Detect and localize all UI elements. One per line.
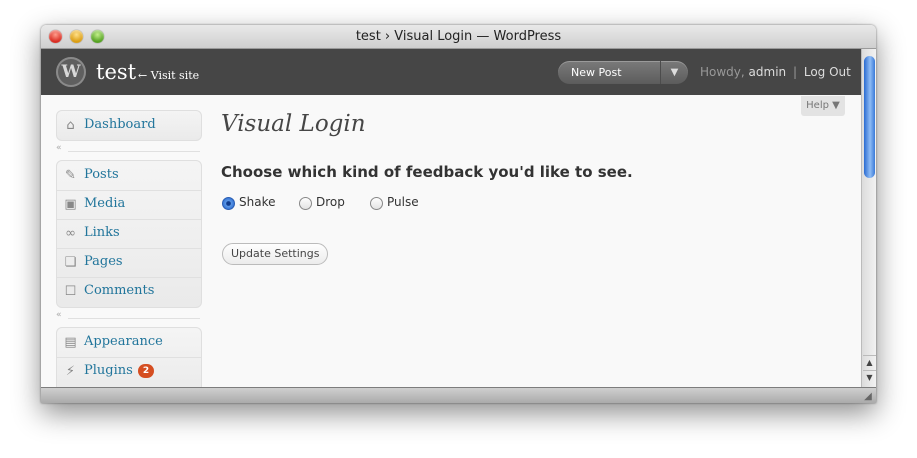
site-name-link[interactable]: test xyxy=(96,60,136,84)
admin-header: W test ← Visit site New Post ▼ Howdy, ad… xyxy=(41,49,861,95)
separator-line xyxy=(68,151,200,152)
menu-group-content: ✎ Posts ▣ Media ∞ Links ❏ Pages ☐ Commen… xyxy=(56,160,202,308)
option-label[interactable]: Pulse xyxy=(387,195,419,209)
menu-separator[interactable]: « xyxy=(56,143,200,155)
dropdown-arrow-icon[interactable]: ▼ xyxy=(660,61,688,84)
favorite-actions-dropdown[interactable]: New Post ▼ xyxy=(558,61,688,84)
sidebar-item-label[interactable]: Links xyxy=(84,225,120,240)
separator: | xyxy=(792,65,798,79)
collapse-chevron-icon[interactable]: « xyxy=(56,310,62,320)
plugins-label[interactable]: Plugins xyxy=(84,363,133,378)
comment-icon: ☐ xyxy=(64,284,77,299)
scroll-up-arrow-icon[interactable]: ▲ xyxy=(863,355,876,370)
separator-line xyxy=(68,318,200,319)
title-bar: test › Visual Login — WordPress xyxy=(41,25,876,49)
wordpress-logo-icon: W xyxy=(56,57,86,87)
user-info: Howdy, admin | Log Out xyxy=(700,65,851,79)
appearance-icon: ▤ xyxy=(64,335,77,350)
new-post-button[interactable]: New Post xyxy=(571,66,622,79)
sidebar-item-links[interactable]: ∞ Links xyxy=(57,219,201,249)
sidebar-item-posts[interactable]: ✎ Posts xyxy=(57,161,201,191)
option-label[interactable]: Shake xyxy=(239,195,275,209)
username-link[interactable]: admin xyxy=(749,65,787,79)
option-label[interactable]: Drop xyxy=(316,195,345,209)
pin-icon: ✎ xyxy=(65,168,76,183)
update-settings-button[interactable]: Update Settings xyxy=(222,243,329,265)
window-title: test › Visual Login — WordPress xyxy=(355,29,562,44)
house-icon: ⌂ xyxy=(66,118,75,133)
status-bar: ◢ xyxy=(41,387,876,403)
sidebar-item-pages[interactable]: ❏ Pages xyxy=(57,248,201,278)
radio-shake[interactable] xyxy=(222,197,235,210)
scroll-down-arrow-icon[interactable]: ▼ xyxy=(863,370,876,385)
logout-link[interactable]: Log Out xyxy=(804,65,851,79)
menu-group-dashboard: ⌂ Dashboard xyxy=(56,110,202,141)
help-tab[interactable]: Help ▼ xyxy=(801,96,845,116)
settings-heading: Choose which kind of feedback you'd like… xyxy=(221,163,633,181)
vertical-scrollbar[interactable]: ▲ ▼ xyxy=(861,49,876,387)
sidebar-item-label[interactable]: Media xyxy=(84,196,125,211)
sidebar-item-media[interactable]: ▣ Media xyxy=(57,190,201,220)
scroll-thumb[interactable] xyxy=(864,56,875,178)
visit-site-link[interactable]: ← Visit site xyxy=(138,69,199,82)
sidebar-item-label[interactable]: Plugins 2 xyxy=(84,363,155,378)
howdy-text: Howdy, xyxy=(700,65,745,79)
sidebar-item-comments[interactable]: ☐ Comments xyxy=(57,277,201,306)
media-icon: ▣ xyxy=(64,197,77,212)
sidebar-item-appearance[interactable]: ▤ Appearance xyxy=(57,328,201,358)
sidebar-item-label[interactable]: Appearance xyxy=(84,334,163,349)
browser-window: test › Visual Login — WordPress W test ←… xyxy=(41,25,876,403)
sidebar-item-label[interactable]: Pages xyxy=(84,254,123,269)
menu-separator[interactable]: « xyxy=(56,310,200,322)
page-title: Visual Login xyxy=(221,111,366,137)
collapse-chevron-icon[interactable]: « xyxy=(56,143,62,153)
sidebar-item-dashboard[interactable]: ⌂ Dashboard xyxy=(57,111,201,140)
sidebar-item-label[interactable]: Posts xyxy=(84,167,119,182)
sidebar-item-plugins[interactable]: ⚡ Plugins 2 xyxy=(57,357,201,386)
sidebar-item-label[interactable]: Comments xyxy=(84,283,154,298)
pages-icon: ❏ xyxy=(64,255,77,270)
resize-grip-icon[interactable]: ◢ xyxy=(862,391,874,403)
radio-pulse[interactable] xyxy=(370,197,383,210)
link-icon: ∞ xyxy=(65,226,76,241)
sidebar-item-label[interactable]: Dashboard xyxy=(84,117,156,132)
plug-icon: ⚡ xyxy=(65,364,76,379)
radio-drop[interactable] xyxy=(299,197,312,210)
update-count-badge: 2 xyxy=(137,364,155,378)
